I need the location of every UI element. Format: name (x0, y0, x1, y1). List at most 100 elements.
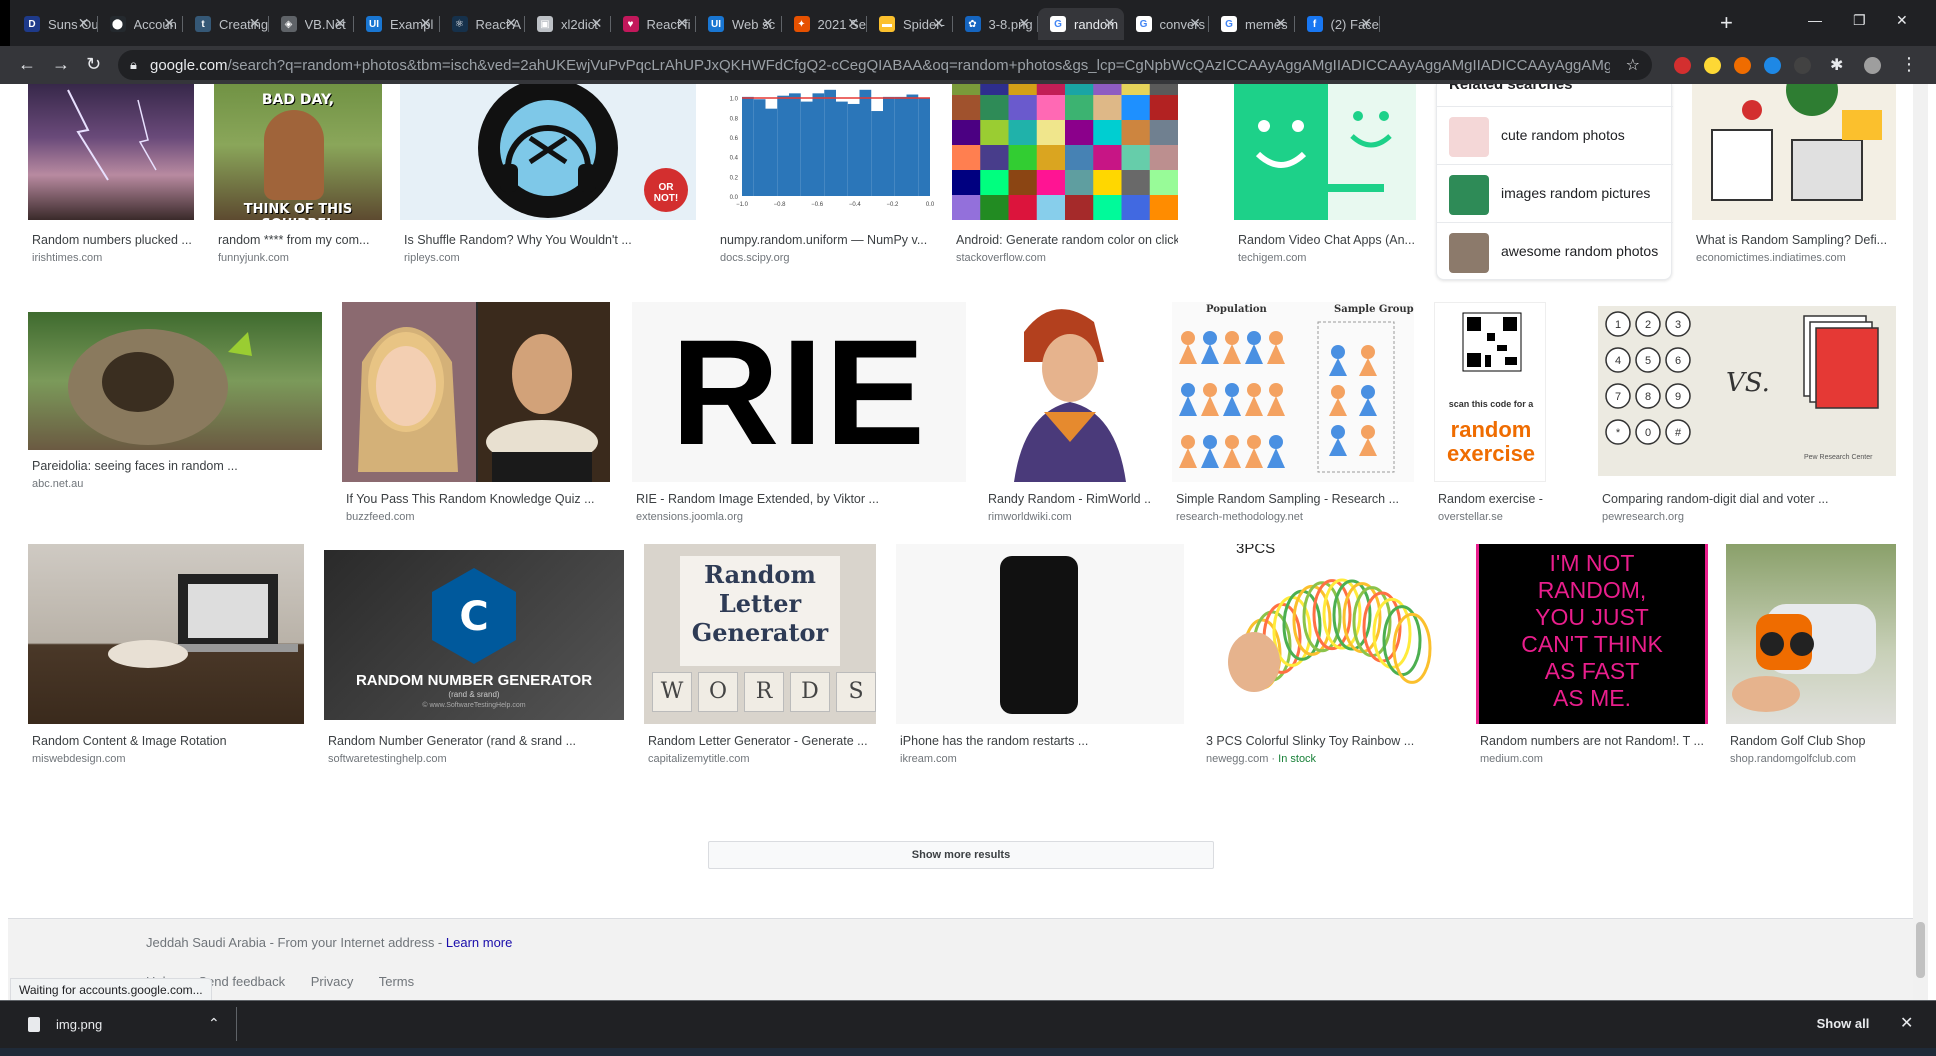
image-result[interactable]: Randy Random - RimWorld ... rimworldwiki… (984, 302, 1152, 523)
browser-tab[interactable]: ◈ VB.Net ✕ (269, 8, 354, 40)
image-result[interactable]: RIE RIE - Random Image Extended, by Vikt… (632, 302, 966, 523)
y-tick-label: 0.4 (730, 156, 739, 162)
maximize-icon[interactable]: ❐ (1853, 12, 1866, 29)
show-more-results-button[interactable]: Show more results (708, 841, 1214, 869)
image-result[interactable]: Random Golf Club Shop shop.randomgolfclu… (1726, 544, 1896, 765)
close-tab-icon[interactable]: ✕ (78, 15, 90, 32)
image-result[interactable]: 3PCS 3 PCS Colorful Slinky Toy Rainbow .… (1202, 544, 1456, 765)
footer-link-terms[interactable]: Terms (379, 974, 414, 989)
close-tab-icon[interactable]: ✕ (249, 15, 261, 32)
browser-tab[interactable]: Gmemes ✕ (1209, 8, 1295, 40)
lightning-storm-image (28, 84, 194, 220)
letter-tile: S (836, 672, 876, 712)
browser-tab[interactable]: ▣ xl2dict ✕ (525, 8, 611, 40)
color-cell (1036, 120, 1066, 146)
image-result[interactable]: scan this code for a random exercise Ran… (1434, 302, 1546, 523)
color-cell (980, 95, 1009, 121)
footer-link-privacy[interactable]: Privacy (311, 974, 354, 989)
close-tab-icon[interactable]: ✕ (163, 15, 175, 32)
browser-tab[interactable]: t Creating ✕ (183, 8, 269, 40)
close-tab-icon[interactable]: ✕ (505, 15, 517, 32)
related-item[interactable]: cute random photos (1437, 106, 1673, 162)
image-result[interactable]: Random numbers plucked ... irishtimes.co… (28, 84, 194, 270)
browser-tab[interactable]: ✦ 2021 Se ✕ (782, 8, 867, 40)
close-tab-icon[interactable]: ✕ (591, 15, 603, 32)
color-cell (952, 145, 981, 171)
browser-tab[interactable]: ⚛ React A ✕ (440, 8, 525, 40)
image-result[interactable]: Random Content & Image Rotation miswebde… (28, 544, 304, 765)
tab-title: convers (1159, 16, 1206, 32)
image-result[interactable]: iPhone has the random restarts ... ikrea… (896, 544, 1184, 765)
minimize-icon[interactable]: — (1808, 12, 1822, 28)
profile-avatar[interactable] (1864, 57, 1881, 74)
forward-icon[interactable]: → (52, 54, 70, 75)
close-tab-icon[interactable]: ✕ (847, 15, 859, 32)
image-result[interactable]: C RANDOM NUMBER GENERATOR (rand & srand)… (324, 550, 624, 765)
address-url[interactable]: google.com/search?q=random+photos&tbm=is… (150, 57, 1610, 74)
extension-blue-icon[interactable] (1764, 57, 1781, 74)
image-result[interactable]: Population Sample Group Simple Random Sa… (1172, 302, 1414, 523)
tab-title: Exampl (390, 16, 434, 32)
close-downloads-icon[interactable]: ✕ (1900, 1013, 1913, 1033)
page-scrollbar[interactable] (1913, 84, 1928, 1000)
quote-line: YOU JUST (1535, 604, 1649, 630)
close-tab-icon[interactable]: ✕ (420, 15, 432, 32)
close-tab-icon[interactable]: ✕ (1360, 15, 1372, 32)
show-all-downloads-button[interactable]: Show all (1808, 1009, 1878, 1039)
browser-tab[interactable]: f (2) Face ✕ (1295, 8, 1380, 40)
close-tab-icon[interactable]: ✕ (334, 15, 346, 32)
close-tab-icon[interactable]: ✕ (676, 15, 688, 32)
extension-red-icon[interactable] (1674, 57, 1691, 74)
address-bar[interactable]: 🔒︎ google.com/search?q=random+photos&tbm… (118, 50, 1652, 80)
close-tab-icon[interactable]: ✕ (933, 15, 945, 32)
browser-tab[interactable]: ♥ React fi ✕ (611, 8, 696, 40)
image-result[interactable]: If You Pass This Random Knowledge Quiz .… (342, 302, 610, 523)
person-body (1179, 448, 1197, 468)
close-tab-icon[interactable]: ✕ (1275, 15, 1287, 32)
histogram-bar (847, 103, 860, 196)
image-result[interactable]: 1.21.00.80.60.40.20.0−1.0−0.8−0.6−0.4−0.… (716, 84, 934, 270)
close-tab-icon[interactable]: ✕ (1189, 15, 1201, 32)
image-result[interactable]: Random Video Chat Apps (An... techigem.c… (1234, 84, 1416, 270)
learn-more-link[interactable]: Learn more (446, 935, 512, 950)
image-result[interactable]: BAD DAY, THINK OF THIS SQUIRREL random *… (214, 84, 382, 270)
browser-tab[interactable]: Gconvers ✕ (1124, 8, 1209, 40)
new-tab-button[interactable]: + (1720, 10, 1733, 36)
browser-tab[interactable]: ⬤ Accoun ✕ (98, 8, 183, 40)
image-result[interactable]: Android: Generate random color on click … (952, 84, 1178, 270)
scrollbar-thumb[interactable] (1916, 922, 1925, 978)
image-result[interactable]: Random Letter Generator WORDS Random Lette… (644, 544, 876, 765)
close-tab-icon[interactable]: ✕ (1018, 15, 1030, 32)
extension-cookie-icon[interactable] (1734, 57, 1751, 74)
related-item[interactable]: awesome random photos (1437, 222, 1673, 278)
extension-dark-icon[interactable] (1794, 57, 1811, 74)
chevron-up-icon[interactable]: ⌃ (208, 1015, 220, 1032)
close-tab-icon[interactable]: ✕ (762, 15, 774, 32)
tab-title: Creating (219, 16, 269, 32)
image-result[interactable]: Pareidolia: seeing faces in random ... a… (28, 308, 322, 508)
browser-tab[interactable]: UI Exampl ✕ (354, 8, 440, 40)
close-tab-icon[interactable]: ✕ (1104, 15, 1116, 32)
person-head (1181, 435, 1195, 449)
browser-tab[interactable]: Grandom ✕ (1038, 8, 1124, 40)
tab-strip: D Suns Ou ✕ ⬤ Accoun ✕ t Creating ✕ ◈ VB.Net ✕ UI Exa… (0, 0, 1936, 46)
extension-shield-icon[interactable] (1704, 57, 1721, 74)
image-result[interactable]: I'M NOT RANDOM, YOU JUST CAN'T THINK AS FAST… (1476, 544, 1708, 765)
browser-tab[interactable]: ▬ Spider- ✕ (867, 8, 953, 40)
image-result[interactable]: 1 2 3 4 5 6 7 8 9 * 0 # VS. Pew Research Center Com… (1598, 306, 1896, 523)
related-item[interactable]: images random pictures (1437, 164, 1673, 220)
browser-tab[interactable]: ✿ 3-8.png ✕ (953, 8, 1038, 40)
image-result[interactable]: OR NOT! Is Shuffle Random? Why You Would… (400, 84, 696, 270)
extensions-puzzle-icon[interactable]: ✱ (1830, 55, 1843, 75)
bookmark-star-icon[interactable]: ☆ (1626, 55, 1640, 75)
download-item[interactable]: img.png ⌃ (18, 1009, 236, 1041)
close-window-icon[interactable]: ✕ (1896, 12, 1908, 29)
reload-icon[interactable]: ↻ (86, 54, 101, 75)
person-head (1225, 331, 1239, 345)
browser-tab[interactable]: D Suns Ou ✕ (12, 8, 98, 40)
back-icon[interactable]: ← (18, 54, 36, 75)
browser-tab[interactable]: UI Web sc ✕ (696, 8, 782, 40)
downloads-bar: img.png ⌃ Show all ✕ (0, 1000, 1936, 1048)
menu-kebab-icon[interactable]: ⋮ (1900, 54, 1918, 75)
image-result[interactable]: What is Random Sampling? Defi... economi… (1692, 84, 1896, 270)
